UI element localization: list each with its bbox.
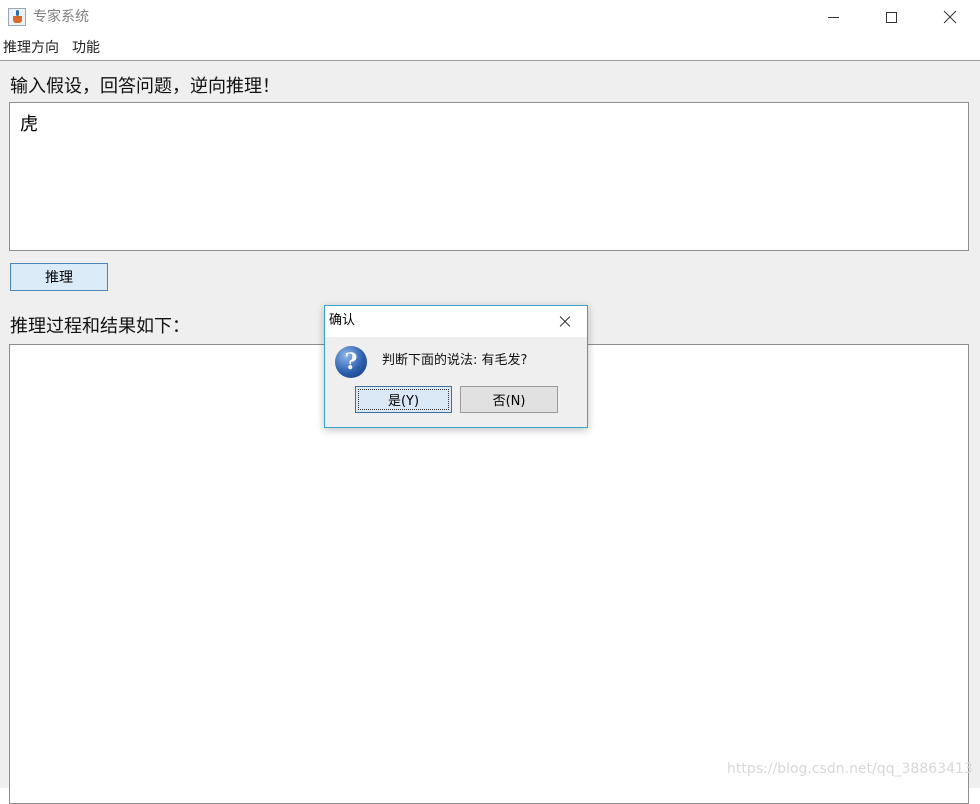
hypothesis-input-text: 虎 [20, 114, 38, 135]
question-icon: ? [335, 346, 367, 378]
dialog-title: 确认 [329, 313, 356, 328]
dialog-close-icon[interactable] [553, 310, 577, 334]
window-titlebar: 专家系统 [0, 0, 980, 34]
dialog-titlebar: 确认 [325, 306, 587, 337]
window-title: 专家系统 [33, 9, 89, 25]
menu-bar: 推理方向 功能 [0, 34, 980, 60]
confirm-dialog: 确认 ? 判断下面的说法: 有毛发? 是(Y) 否(N) [324, 305, 588, 428]
watermark: https://blog.csdn.net/qq_38863413 [727, 761, 973, 777]
menu-functions[interactable]: 功能 [72, 40, 100, 56]
no-button[interactable]: 否(N) [460, 386, 558, 413]
minimize-button[interactable] [804, 0, 862, 34]
java-cup-icon [8, 8, 26, 26]
dialog-message: 判断下面的说法: 有毛发? [382, 353, 528, 368]
maximize-button[interactable] [862, 0, 920, 34]
minimize-icon [827, 16, 839, 18]
close-button[interactable] [921, 0, 979, 34]
reason-button[interactable]: 推理 [10, 263, 108, 291]
input-label: 输入假设，回答问题，逆向推理！ [10, 76, 280, 97]
close-icon [943, 10, 957, 24]
menu-reasoning-direction[interactable]: 推理方向 [3, 40, 59, 56]
result-label: 推理过程和结果如下： [10, 316, 190, 337]
hypothesis-input[interactable]: 虎 [9, 102, 969, 251]
yes-button[interactable]: 是(Y) [355, 386, 452, 413]
maximize-icon [885, 11, 897, 23]
